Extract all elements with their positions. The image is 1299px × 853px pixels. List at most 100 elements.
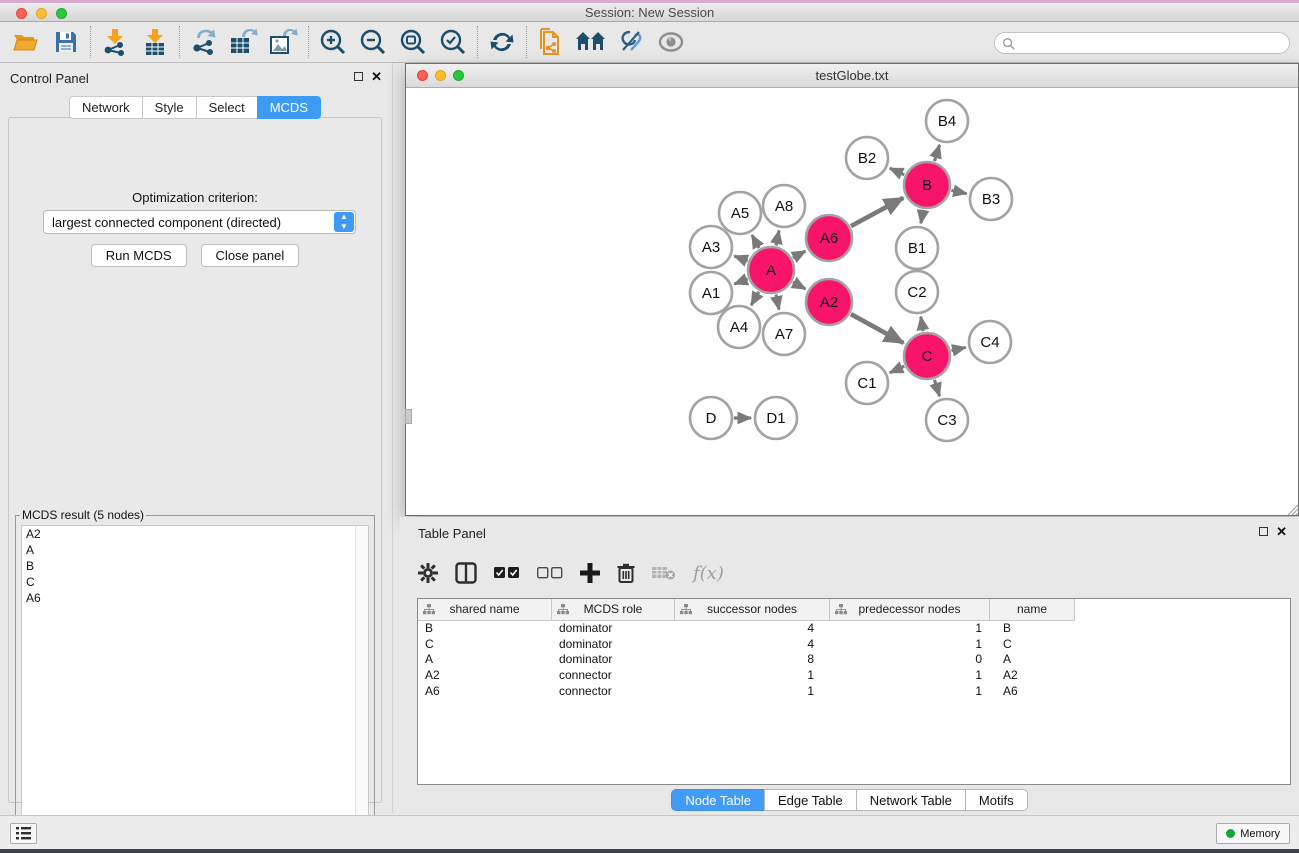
edge-A-A2[interactable] — [793, 282, 805, 289]
cell-shared-name[interactable]: A2 — [418, 668, 552, 684]
import-table-icon[interactable] — [135, 24, 175, 60]
save-session-icon[interactable] — [46, 24, 86, 60]
mcds-result-list[interactable]: A2ABCA6 — [21, 525, 369, 845]
edge-B-B2[interactable] — [890, 168, 904, 174]
select-all-rows-icon[interactable] — [494, 567, 520, 579]
float-panel-icon[interactable] — [354, 72, 363, 81]
cell-name[interactable]: A6 — [990, 684, 1075, 700]
delete-column-icon[interactable] — [617, 563, 635, 584]
mcds-list-scrollbar[interactable] — [355, 526, 368, 844]
network-from-file-icon[interactable] — [531, 24, 571, 60]
deselect-all-rows-icon[interactable] — [537, 567, 563, 579]
edge-A-A4[interactable] — [751, 292, 759, 305]
node-table[interactable]: shared nameMCDS rolesuccessor nodesprede… — [417, 598, 1291, 785]
cell-shared-name[interactable]: C — [418, 637, 552, 653]
cell-name[interactable]: B — [990, 621, 1075, 637]
cell-predecessor-nodes[interactable]: 1 — [830, 621, 990, 637]
tab-edge-table[interactable]: Edge Table — [764, 789, 856, 811]
column-header-predecessor-nodes[interactable]: predecessor nodes — [830, 599, 990, 621]
close-table-panel-icon[interactable]: ✕ — [1276, 526, 1287, 537]
cell-shared-name[interactable]: A6 — [418, 684, 552, 700]
table-row[interactable]: A6connector11A6 — [418, 684, 1290, 700]
mcds-result-item[interactable]: A — [22, 542, 368, 558]
zoom-fit-icon[interactable] — [393, 24, 433, 60]
task-history-button[interactable] — [10, 823, 37, 844]
memory-button[interactable]: Memory — [1216, 823, 1290, 844]
tab-select[interactable]: Select — [196, 96, 257, 119]
edge-A2-C[interactable] — [851, 314, 903, 343]
cell-MCDS-role[interactable]: dominator — [552, 652, 675, 668]
cell-predecessor-nodes[interactable]: 0 — [830, 652, 990, 668]
optimization-criterion-select[interactable]: largest connected component (directed) ▲… — [43, 210, 356, 234]
search-box[interactable] — [994, 32, 1290, 54]
edge-A-A7[interactable] — [776, 294, 779, 309]
cell-predecessor-nodes[interactable]: 1 — [830, 684, 990, 700]
edge-A6-B[interactable] — [851, 198, 903, 226]
column-header-MCDS-role[interactable]: MCDS role — [552, 599, 675, 621]
edge-C-C4[interactable] — [951, 347, 965, 350]
cell-successor-nodes[interactable]: 4 — [675, 637, 830, 653]
export-network-icon[interactable] — [184, 24, 224, 60]
edge-B-B3[interactable] — [951, 190, 966, 193]
mcds-result-item[interactable]: B — [22, 558, 368, 574]
cell-successor-nodes[interactable]: 4 — [675, 621, 830, 637]
cell-name[interactable]: C — [990, 637, 1075, 653]
close-panel-button[interactable]: Close panel — [201, 244, 300, 267]
edge-A-A8[interactable] — [776, 230, 779, 245]
cell-name[interactable]: A — [990, 652, 1075, 668]
cell-predecessor-nodes[interactable]: 1 — [830, 637, 990, 653]
column-header-name[interactable]: name — [990, 599, 1075, 621]
cell-successor-nodes[interactable]: 1 — [675, 668, 830, 684]
edge-A-A3[interactable] — [734, 256, 747, 261]
edge-A-A1[interactable] — [734, 279, 747, 284]
refresh-view-icon[interactable] — [482, 24, 522, 60]
search-input[interactable] — [1019, 36, 1279, 50]
mcds-result-item[interactable]: C — [22, 574, 368, 590]
show-graphics-details-icon[interactable] — [651, 24, 691, 60]
tab-mcds[interactable]: MCDS — [257, 96, 321, 119]
mcds-result-item[interactable]: A6 — [22, 590, 368, 606]
scrollbar-stub[interactable] — [405, 409, 412, 424]
cell-successor-nodes[interactable]: 8 — [675, 652, 830, 668]
apply-function-icon[interactable]: f(x) — [693, 563, 724, 584]
open-session-icon[interactable] — [6, 24, 46, 60]
float-table-panel-icon[interactable] — [1259, 527, 1268, 536]
resize-grip-icon[interactable] — [1285, 502, 1298, 515]
network-graph[interactable]: AA1A2A3A4A5A6A7A8BB1B2B3B4CC1C2C3C4DD1 — [406, 88, 1298, 515]
cell-shared-name[interactable]: B — [418, 621, 552, 637]
delete-table-icon[interactable] — [652, 565, 676, 581]
tab-node-table[interactable]: Node Table — [671, 789, 764, 811]
zoom-selected-icon[interactable] — [433, 24, 473, 60]
tab-network[interactable]: Network — [69, 96, 142, 119]
table-row[interactable]: A2connector11A2 — [418, 668, 1290, 684]
table-row[interactable]: Cdominator41C — [418, 637, 1290, 653]
tab-network-table[interactable]: Network Table — [856, 789, 965, 811]
import-network-icon[interactable] — [95, 24, 135, 60]
cell-shared-name[interactable]: A — [418, 652, 552, 668]
column-header-successor-nodes[interactable]: successor nodes — [675, 599, 830, 621]
cell-MCDS-role[interactable]: dominator — [552, 621, 675, 637]
edge-C-C1[interactable] — [890, 366, 904, 372]
cell-MCDS-role[interactable]: dominator — [552, 637, 675, 653]
mcds-result-item[interactable]: A2 — [22, 526, 368, 542]
edge-A-A5[interactable] — [752, 235, 759, 248]
table-row[interactable]: Adominator80A — [418, 652, 1290, 668]
zoom-in-icon[interactable] — [313, 24, 353, 60]
hide-labels-icon[interactable] — [611, 24, 651, 60]
edge-C-C2[interactable] — [921, 317, 923, 332]
home-layout-icon[interactable] — [571, 24, 611, 60]
cell-predecessor-nodes[interactable]: 1 — [830, 668, 990, 684]
column-header-shared-name[interactable]: shared name — [418, 599, 552, 621]
table-row[interactable]: Bdominator41B — [418, 621, 1290, 637]
edge-B-B4[interactable] — [934, 145, 939, 161]
tab-motifs[interactable]: Motifs — [965, 789, 1028, 811]
export-image-icon[interactable] — [264, 24, 304, 60]
tab-style[interactable]: Style — [142, 96, 196, 119]
column-options-icon[interactable] — [455, 562, 477, 584]
edge-B-B1[interactable] — [921, 210, 923, 224]
export-table-icon[interactable] — [224, 24, 264, 60]
cell-MCDS-role[interactable]: connector — [552, 684, 675, 700]
cell-successor-nodes[interactable]: 1 — [675, 684, 830, 700]
close-panel-icon[interactable]: ✕ — [371, 71, 382, 82]
edge-C-C3[interactable] — [934, 380, 939, 396]
